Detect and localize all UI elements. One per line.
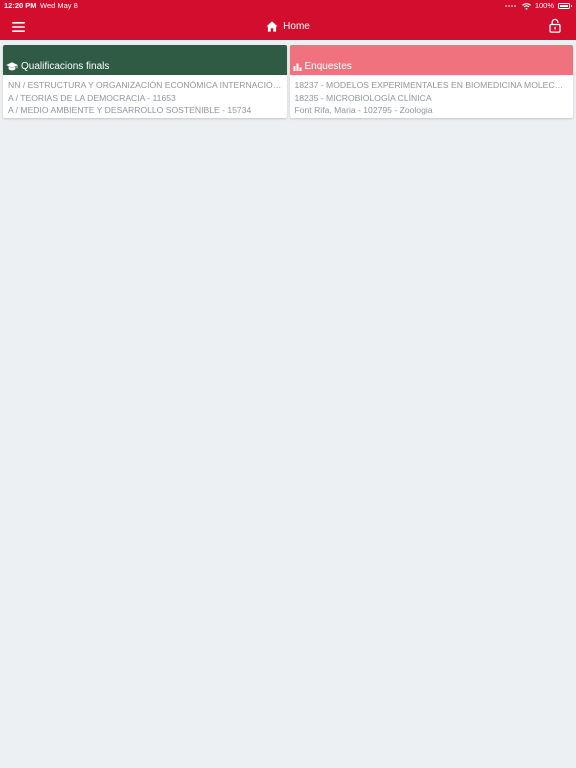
- battery-fill: [560, 5, 568, 7]
- surveys-card-title: Enquestes: [304, 61, 352, 72]
- page-title: Home: [0, 12, 576, 40]
- list-item: 18235 - MICROBIOLOGÍA CLÍNICA: [294, 92, 432, 103]
- battery-percentage: 100%: [534, 1, 554, 10]
- final-grades-card-body: NN / ESTRUCTURA Y ORGANIZACIÓN ECONÓMICA…: [3, 75, 287, 117]
- navigation-bar: Home: [0, 12, 576, 40]
- list-item: A / MEDIO AMBIENTE Y DESARROLLO SOSTENIB…: [8, 105, 252, 115]
- status-time: 12:20 PM: [4, 1, 37, 10]
- final-grades-card-title: Qualificacions finals: [21, 61, 110, 72]
- status-bar: 12:20 PM Wed May 8 100%: [0, 0, 576, 12]
- bar-chart-icon: [293, 63, 301, 71]
- lock-icon: [549, 18, 561, 33]
- list-item: NN / ESTRUCTURA Y ORGANIZACIÓN ECONÓMICA…: [8, 80, 282, 90]
- status-date: Wed May 8: [40, 1, 78, 10]
- status-right: 100%: [504, 0, 572, 12]
- cellular-signal-icon: [504, 5, 516, 7]
- list-item: Font Rifa, Maria - 102795 - Zoologia: [294, 105, 433, 115]
- final-grades-card[interactable]: Qualificacions finals NN / ESTRUCTURA Y …: [3, 45, 287, 118]
- surveys-card-body: 18237 - MODELOS EXPERIMENTALES EN BIOMED…: [290, 75, 574, 117]
- battery-icon: [558, 3, 572, 9]
- final-grades-card-header: Qualificacions finals: [3, 45, 287, 75]
- wifi-icon: [521, 2, 531, 10]
- graduation-cap-icon: [6, 62, 18, 71]
- surveys-card-header: Enquestes: [289, 45, 573, 75]
- lock-button[interactable]: [549, 18, 561, 33]
- page-title-text: Home: [283, 20, 310, 32]
- list-item: 18237 - MODELOS EXPERIMENTALES EN BIOMED…: [294, 80, 569, 90]
- dashboard-cards: Qualificacions finals NN / ESTRUCTURA Y …: [3, 45, 573, 118]
- surveys-card[interactable]: Enquestes 18237 - MODELOS EXPERIMENTALES…: [289, 45, 574, 118]
- home-icon: [266, 20, 278, 32]
- list-item: A / TEORIAS DE LA DEMOCRACIA - 11653: [8, 92, 176, 103]
